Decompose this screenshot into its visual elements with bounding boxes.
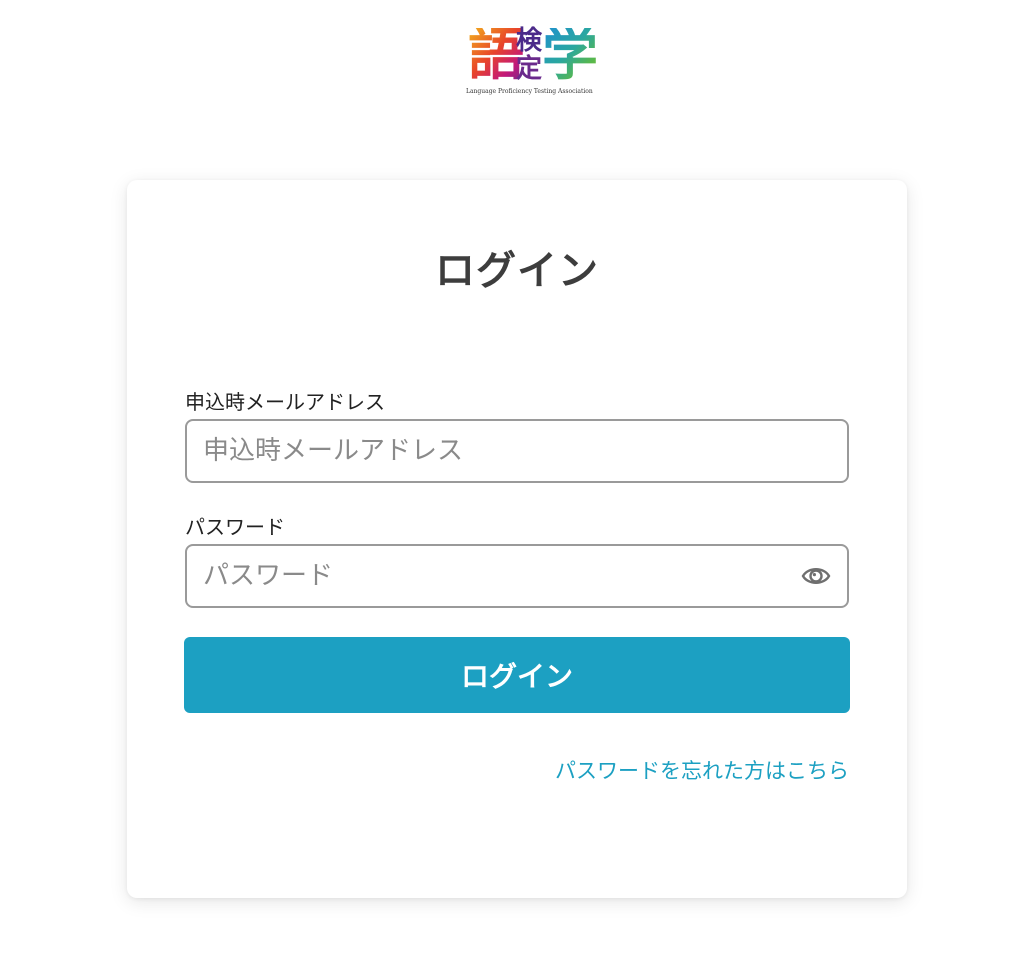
login-card: ログイン 申込時メールアドレス パスワード ログイン パスワードを忘れた方はこち… [127,180,907,898]
email-label: 申込時メールアドレス [185,390,385,414]
password-label: パスワード [185,515,285,539]
forgot-password-link[interactable]: パスワードを忘れた方はこちら [555,755,849,785]
logo-char-tei: 定 [516,54,543,84]
site-logo: 語 検 定 学 Language Proficiency Testing Ass… [466,26,598,98]
email-field-container [185,419,849,483]
logo-subtitle: Language Proficiency Testing Association [466,88,593,95]
password-field[interactable] [203,546,803,606]
page-title: ログイン [435,248,599,294]
logo-char-gaku: 学 [542,23,598,88]
eye-icon[interactable] [801,562,831,590]
logo-char-ken: 検 [516,26,543,56]
email-field[interactable] [203,421,803,481]
password-field-container [185,544,849,608]
login-button[interactable]: ログイン [184,637,850,713]
